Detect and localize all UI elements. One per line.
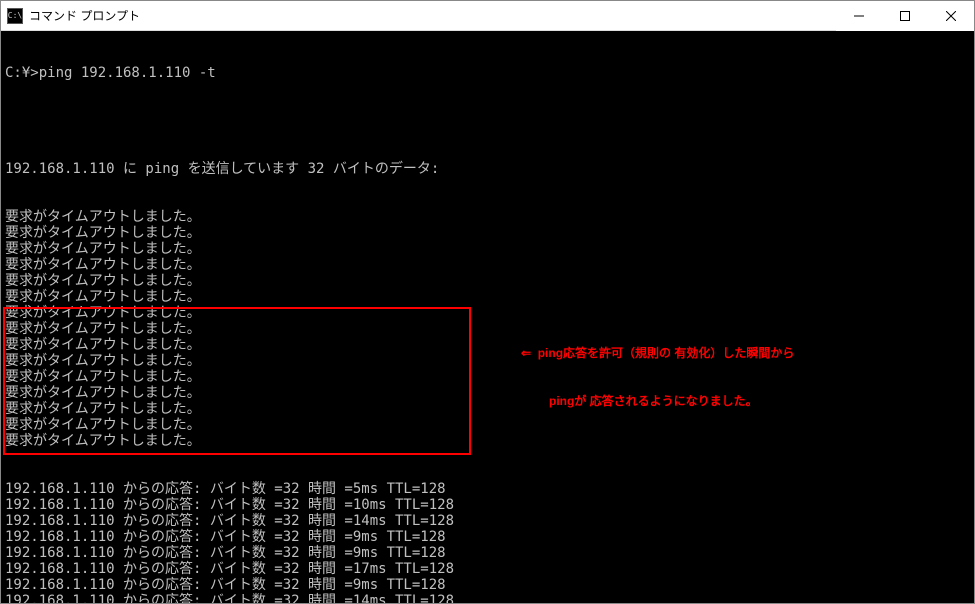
close-icon	[946, 11, 956, 21]
reply-line: 192.168.1.110 からの応答: バイト数 =32 時間 =17ms T…	[5, 561, 970, 577]
blank-line	[5, 113, 970, 129]
ping-sending-line: 192.168.1.110 に ping を送信しています 32 バイトのデータ…	[5, 161, 970, 177]
prompt: C:¥>	[5, 65, 39, 81]
reply-lines: 192.168.1.110 からの応答: バイト数 =32 時間 =5ms TT…	[5, 481, 970, 603]
reply-line: 192.168.1.110 からの応答: バイト数 =32 時間 =5ms TT…	[5, 481, 970, 497]
reply-line: 192.168.1.110 からの応答: バイト数 =32 時間 =9ms TT…	[5, 529, 970, 545]
reply-line: 192.168.1.110 からの応答: バイト数 =32 時間 =14ms T…	[5, 593, 970, 603]
timeout-line: 要求がタイムアウトしました。	[5, 305, 970, 321]
minimize-icon	[854, 11, 864, 21]
timeout-line: 要求がタイムアウトしました。	[5, 209, 970, 225]
maximize-button[interactable]	[882, 1, 928, 31]
timeout-line: 要求がタイムアウトしました。	[5, 273, 970, 289]
timeout-line: 要求がタイムアウトしました。	[5, 289, 970, 305]
window-title: コマンド プロンプト	[29, 7, 836, 24]
timeout-line: 要求がタイムアウトしました。	[5, 241, 970, 257]
minimize-button[interactable]	[836, 1, 882, 31]
command-line: C:¥>ping 192.168.1.110 -t	[5, 65, 970, 81]
timeout-line: 要求がタイムアウトしました。	[5, 401, 970, 417]
annotation-line2: pingが 応答されるようになりました。	[521, 393, 794, 409]
timeout-line: 要求がタイムアウトしました。	[5, 257, 970, 273]
timeout-line: 要求がタイムアウトしました。	[5, 369, 970, 385]
cmd-icon: C:\	[7, 8, 23, 24]
timeout-line: 要求がタイムアウトしました。	[5, 337, 970, 353]
annotation-text: ⇐ ping応答を許可（規則の 有効化）した瞬間から pingが 応答されるよう…	[521, 313, 794, 441]
maximize-icon	[900, 11, 910, 21]
terminal-area[interactable]: C:¥>ping 192.168.1.110 -t 192.168.1.110 …	[1, 31, 974, 603]
reply-line: 192.168.1.110 からの応答: バイト数 =32 時間 =9ms TT…	[5, 545, 970, 561]
reply-line: 192.168.1.110 からの応答: バイト数 =32 時間 =14ms T…	[5, 513, 970, 529]
window-controls	[836, 1, 974, 30]
titlebar[interactable]: C:\ コマンド プロンプト	[1, 1, 974, 31]
ping-command: ping 192.168.1.110 -t	[39, 65, 216, 81]
timeout-line: 要求がタイムアウトしました。	[5, 321, 970, 337]
timeout-lines: 要求がタイムアウトしました。要求がタイムアウトしました。要求がタイムアウトしまし…	[5, 209, 970, 449]
timeout-line: 要求がタイムアウトしました。	[5, 385, 970, 401]
timeout-line: 要求がタイムアウトしました。	[5, 417, 970, 433]
annotation-line1: ⇐ ping応答を許可（規則の 有効化）した瞬間から	[521, 345, 794, 361]
close-button[interactable]	[928, 1, 974, 31]
timeout-line: 要求がタイムアウトしました。	[5, 225, 970, 241]
command-prompt-window: C:\ コマンド プロンプト C:¥>ping 192.168.1.110 -t…	[0, 0, 975, 604]
timeout-line: 要求がタイムアウトしました。	[5, 433, 970, 449]
timeout-line: 要求がタイムアウトしました。	[5, 353, 970, 369]
reply-line: 192.168.1.110 からの応答: バイト数 =32 時間 =10ms T…	[5, 497, 970, 513]
reply-line: 192.168.1.110 からの応答: バイト数 =32 時間 =9ms TT…	[5, 577, 970, 593]
